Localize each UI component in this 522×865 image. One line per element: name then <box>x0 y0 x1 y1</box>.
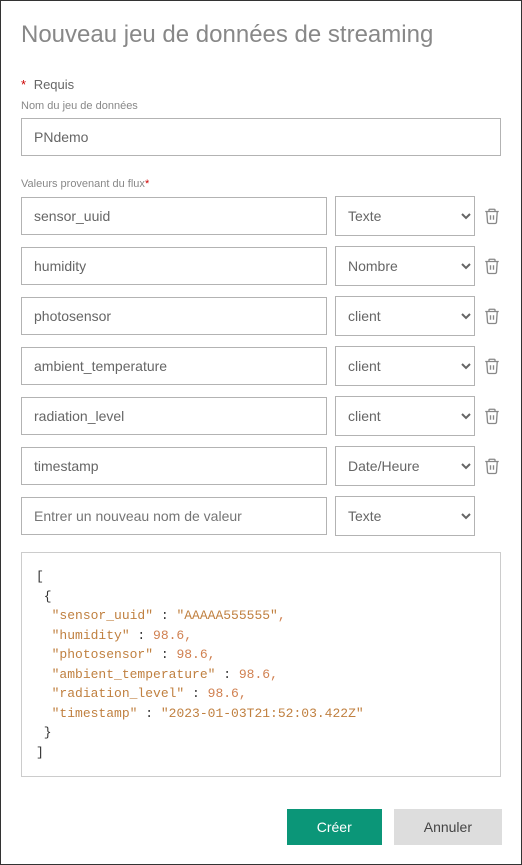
value-type-select[interactable]: TexteNombreclientDate/Heure <box>335 396 475 436</box>
value-row: TexteNombreclientDate/Heure <box>21 346 501 386</box>
value-type-select[interactable]: TexteNombreclientDate/Heure <box>335 446 475 486</box>
dataset-name-label: Nom du jeu de données <box>21 100 501 112</box>
value-type-select[interactable]: TexteNombreclientDate/Heure <box>335 296 475 336</box>
trash-icon[interactable] <box>483 207 501 225</box>
new-value-row: TexteNombreclientDate/Heure <box>21 496 501 536</box>
json-preview: [ { "sensor_uuid" : "AAAAA555555", "humi… <box>21 552 501 777</box>
value-name-input[interactable] <box>21 297 327 335</box>
required-note: * Requis <box>21 77 501 92</box>
value-row: TexteNombreclientDate/Heure <box>21 396 501 436</box>
value-name-input[interactable] <box>21 197 327 235</box>
value-name-input[interactable] <box>21 247 327 285</box>
new-value-name-input[interactable] <box>21 497 327 535</box>
trash-icon[interactable] <box>483 457 501 475</box>
value-row: TexteNombreclientDate/Heure <box>21 296 501 336</box>
page-title: Nouveau jeu de données de streaming <box>21 21 501 49</box>
value-row: TexteNombreclientDate/Heure <box>21 246 501 286</box>
trash-icon[interactable] <box>483 257 501 275</box>
trash-icon[interactable] <box>483 307 501 325</box>
value-row: TexteNombreclientDate/Heure <box>21 446 501 486</box>
required-asterisk: * <box>21 77 26 92</box>
footer: Créer Annuler <box>287 809 502 845</box>
value-name-input[interactable] <box>21 347 327 385</box>
trash-icon[interactable] <box>483 407 501 425</box>
value-type-select[interactable]: TexteNombreclientDate/Heure <box>335 346 475 386</box>
value-row: TexteNombreclientDate/Heure <box>21 196 501 236</box>
values-label: Valeurs provenant du flux* <box>21 178 501 190</box>
required-label: Requis <box>34 77 74 92</box>
create-button[interactable]: Créer <box>287 809 382 845</box>
value-name-input[interactable] <box>21 397 327 435</box>
dataset-name-input[interactable] <box>21 118 501 156</box>
cancel-button[interactable]: Annuler <box>394 809 502 845</box>
value-name-input[interactable] <box>21 447 327 485</box>
value-type-select[interactable]: TexteNombreclientDate/Heure <box>335 196 475 236</box>
new-value-type-select[interactable]: TexteNombreclientDate/Heure <box>335 496 475 536</box>
value-type-select[interactable]: TexteNombreclientDate/Heure <box>335 246 475 286</box>
trash-icon[interactable] <box>483 357 501 375</box>
